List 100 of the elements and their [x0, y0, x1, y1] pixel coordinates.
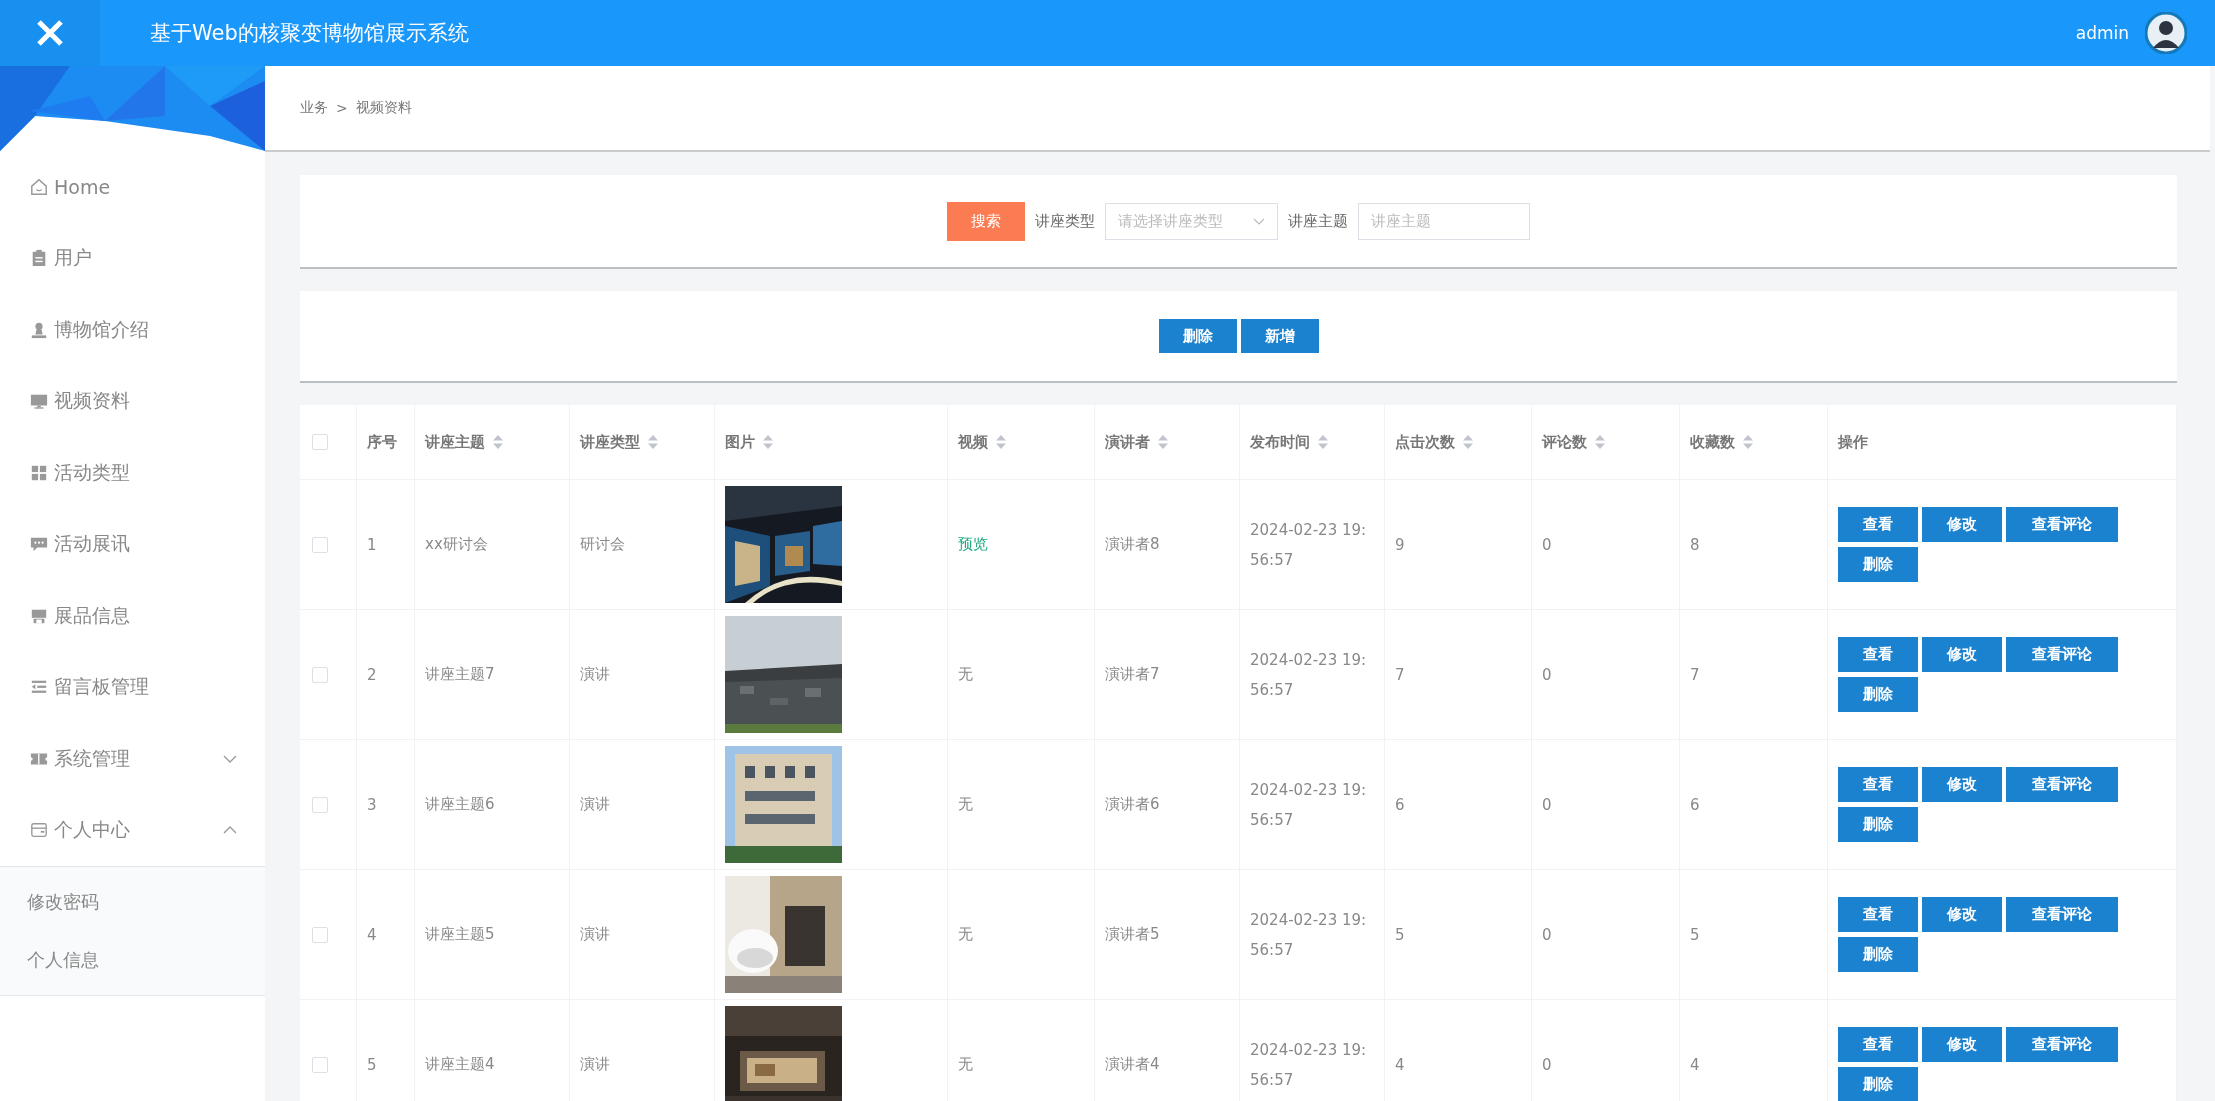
column-header[interactable]: 视频: [958, 432, 1006, 452]
table-cell-text: 2024-02-23 19:56:57: [1250, 909, 1368, 961]
table-cell: 5: [1690, 925, 1700, 944]
topic-input[interactable]: 讲座主题: [1358, 202, 1530, 240]
action-button[interactable]: 删除: [1838, 937, 1918, 972]
column-header[interactable]: 演讲者: [1105, 432, 1168, 452]
sort-icon[interactable]: [1595, 435, 1605, 449]
table-cell: 4: [367, 925, 377, 944]
action-button[interactable]: 查看: [1838, 897, 1918, 932]
sidebar-item[interactable]: 个人中心: [0, 794, 265, 866]
column-header[interactable]: 讲座类型: [580, 432, 658, 452]
breadcrumb-item: 视频资料: [355, 99, 412, 117]
column-header[interactable]: 点击次数: [1395, 432, 1473, 452]
checkbox[interactable]: [312, 926, 328, 943]
column-header[interactable]: 图片: [725, 432, 773, 452]
avatar-icon[interactable]: [2145, 12, 2187, 54]
column-header[interactable]: 评论数: [1542, 432, 1605, 452]
sidebar-item[interactable]: 系统管理: [0, 723, 265, 795]
action-button[interactable]: 查看评论: [2006, 897, 2118, 932]
table-cell: 演讲: [580, 925, 610, 944]
table-cell: 0: [1542, 1055, 1552, 1074]
close-icon: [36, 19, 64, 47]
sort-icon[interactable]: [493, 435, 503, 449]
action-button[interactable]: 查看: [1838, 1027, 1918, 1062]
checkbox[interactable]: [312, 434, 328, 450]
sort-icon[interactable]: [1743, 435, 1753, 449]
checkbox[interactable]: [312, 1056, 328, 1073]
table-cell: 6: [1690, 795, 1700, 814]
submenu-item[interactable]: 个人信息: [0, 931, 265, 989]
sort-icon[interactable]: [1318, 435, 1328, 449]
action-button[interactable]: 查看评论: [2006, 637, 2118, 672]
table-cell: 4: [1690, 1055, 1700, 1074]
sort-icon[interactable]: [1158, 435, 1168, 449]
search-button[interactable]: 搜索: [947, 201, 1025, 241]
column-header[interactable]: 讲座主题: [425, 432, 503, 452]
action-button[interactable]: 删除: [1838, 677, 1918, 712]
action-button[interactable]: 查看评论: [2006, 767, 2118, 802]
table-cell-text: 2024-02-23 19:56:57: [1250, 779, 1368, 831]
field-label: 讲座类型: [1035, 211, 1095, 231]
sidebar-item[interactable]: 活动展讯: [0, 508, 265, 580]
sort-icon[interactable]: [996, 435, 1006, 449]
action-button[interactable]: 修改: [1922, 507, 2002, 542]
sidebar-item[interactable]: 活动类型: [0, 437, 265, 509]
table-cell: 无: [958, 665, 973, 684]
table-cell: 0: [1542, 795, 1552, 814]
table-cell: 讲座主题6: [425, 795, 495, 814]
action-button[interactable]: 修改: [1922, 767, 2002, 802]
action-button[interactable]: 删除: [1838, 807, 1918, 842]
table-cell: 演讲: [580, 795, 610, 814]
submenu-item[interactable]: 修改密码: [0, 873, 265, 931]
checkbox[interactable]: [312, 666, 328, 683]
action-button[interactable]: 查看评论: [2006, 1027, 2118, 1062]
username[interactable]: admin: [2075, 23, 2129, 43]
table-cell: 演讲者6: [1105, 795, 1160, 814]
action-button[interactable]: 查看: [1838, 767, 1918, 802]
chevron-icon: [1253, 217, 1265, 225]
home-icon: [30, 176, 48, 197]
table-cell: 演讲: [580, 1055, 610, 1074]
sidebar-item[interactable]: Home: [0, 151, 265, 223]
add-button[interactable]: 新增: [1240, 319, 1319, 353]
app-title: 基于Web的核聚变博物馆展示系统: [150, 20, 470, 47]
table-cell-text: 2024-02-23 19:56:57: [1250, 519, 1368, 571]
table-cell: 讲座主题4: [425, 1055, 495, 1074]
table-cell: 7: [1395, 665, 1405, 684]
sidebar-item[interactable]: 用户: [0, 222, 265, 294]
table-cell: 6: [1395, 795, 1405, 814]
table-cell: 5: [1395, 925, 1405, 944]
action-button[interactable]: 修改: [1922, 637, 2002, 672]
checkbox[interactable]: [312, 536, 328, 553]
table-cell: 无: [958, 795, 973, 814]
checkbox[interactable]: [312, 796, 328, 813]
table-cell: 无: [958, 925, 973, 944]
sidebar-item[interactable]: 留言板管理: [0, 651, 265, 723]
action-button[interactable]: 查看: [1838, 507, 1918, 542]
table-cell: 演讲者8: [1105, 535, 1160, 554]
action-button[interactable]: 修改: [1922, 897, 2002, 932]
preview-link[interactable]: 预览: [958, 535, 988, 554]
table-cell: 研讨会: [580, 535, 625, 554]
sort-icon[interactable]: [763, 435, 773, 449]
table-cell: 0: [1542, 665, 1552, 684]
sidebar-item[interactable]: 展品信息: [0, 580, 265, 652]
action-button[interactable]: 查看: [1838, 637, 1918, 672]
sort-icon[interactable]: [1463, 435, 1473, 449]
action-button[interactable]: 删除: [1838, 1067, 1918, 1101]
action-button[interactable]: 修改: [1922, 1027, 2002, 1062]
close-button[interactable]: [0, 0, 100, 66]
chevron-icon: [223, 826, 237, 835]
sidebar-item[interactable]: 博物馆介绍: [0, 294, 265, 366]
column-header[interactable]: 发布时间: [1250, 432, 1328, 452]
table-cell: 3: [367, 795, 377, 814]
sidebar-item[interactable]: 视频资料: [0, 365, 265, 437]
table-cell: 演讲: [580, 665, 610, 684]
table-cell: 5: [367, 1055, 377, 1074]
column-header[interactable]: 收藏数: [1690, 432, 1753, 452]
sort-icon[interactable]: [648, 435, 658, 449]
action-button[interactable]: 查看评论: [2006, 507, 2118, 542]
table-cell: xx研讨会: [425, 535, 488, 554]
action-button[interactable]: 删除: [1838, 547, 1918, 582]
delete-button[interactable]: 删除: [1158, 319, 1237, 353]
clipboard-icon: [30, 248, 48, 269]
